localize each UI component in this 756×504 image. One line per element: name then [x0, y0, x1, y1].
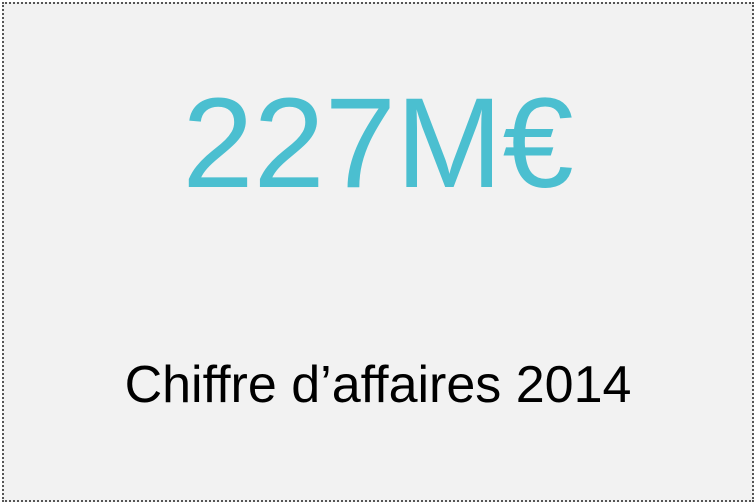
- kpi-label: Chiffre d’affaires 2014: [124, 356, 632, 414]
- kpi-card: 227M€ Chiffre d’affaires 2014: [2, 2, 754, 502]
- kpi-value: 227M€: [182, 72, 574, 215]
